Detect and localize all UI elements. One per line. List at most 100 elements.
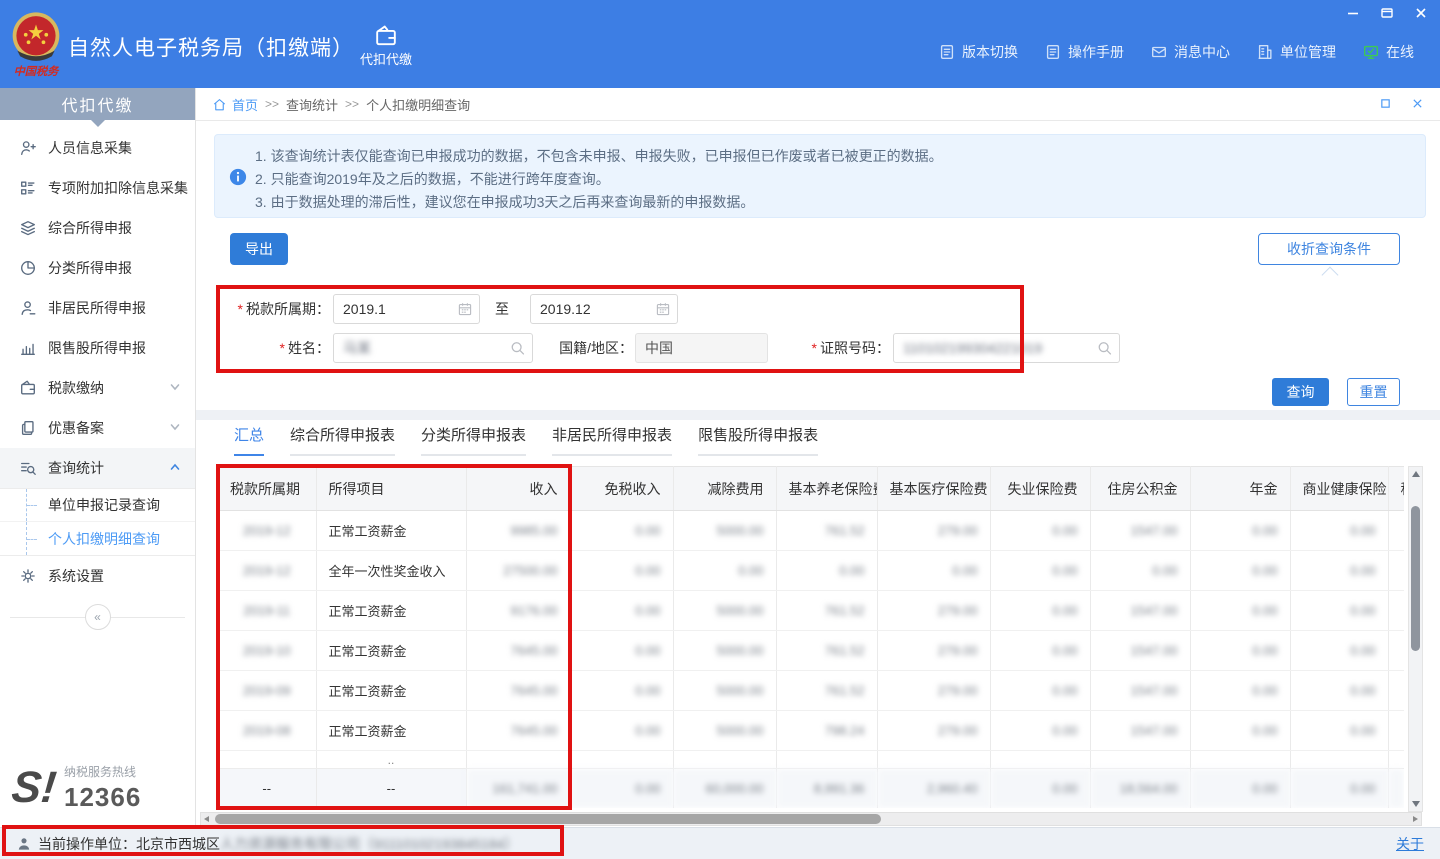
mail-icon — [1150, 43, 1168, 61]
table-cell: 1547.00 — [1090, 671, 1190, 711]
sidebar-item-restricted-stock[interactable]: 限售股所得申报 — [0, 328, 195, 368]
table-cell: 5000.00 — [673, 711, 776, 751]
panel-restore-icon[interactable] — [1380, 98, 1391, 109]
menu-online-status[interactable]: 在线 — [1362, 42, 1414, 62]
table-cell: 正常工资薪金 — [316, 511, 466, 551]
table-cell: 1547.00 — [1090, 591, 1190, 631]
sidebar-item-nonresident-income[interactable]: 非居民所得申报 — [0, 288, 195, 328]
breadcrumb: 首页 >> 查询统计 >> 个人扣缴明细查询 — [196, 88, 1440, 121]
vertical-scroll-thumb[interactable] — [1411, 506, 1420, 651]
sidebar-item-tax-payment[interactable]: 税款缴纳 — [0, 368, 195, 408]
sidebar-submenu: 单位申报记录查询个人扣缴明细查询 — [0, 488, 195, 556]
table-row: 2019-09正常工资薪金7645.000.005000.00761.52279… — [218, 671, 1404, 711]
name-input[interactable]: 马某 — [333, 333, 533, 363]
sidebar-collapse-button[interactable]: « — [85, 604, 111, 630]
table-cell: 0.00 — [1290, 671, 1388, 711]
chart-icon — [18, 338, 38, 358]
panel-close-icon[interactable] — [1412, 98, 1423, 109]
close-icon[interactable] — [1414, 6, 1428, 20]
current-unit-blurred: 人力资源服务有限公司（91110102193845184） — [220, 834, 518, 854]
scroll-up-arrow[interactable] — [1412, 471, 1420, 477]
search-icon[interactable] — [1096, 340, 1113, 357]
table-cell: 9176.00 — [466, 591, 570, 631]
calendar-icon[interactable] — [655, 301, 671, 317]
menu-message-center[interactable]: 消息中心 — [1150, 42, 1230, 62]
horizontal-scrollbar[interactable] — [200, 812, 1422, 826]
tab-3[interactable]: 非居民所得申报表 — [552, 424, 672, 456]
column-header: 所得项目 — [316, 467, 466, 511]
scroll-left-arrow[interactable] — [204, 816, 209, 822]
reset-button[interactable]: 重置 — [1347, 378, 1400, 406]
sidebar-item-query-statistics[interactable]: 查询统计 — [0, 448, 195, 488]
sidebar-subitem-unit-declare-record[interactable]: 单位申报记录查询 — [0, 489, 195, 522]
column-header: 年金 — [1190, 467, 1290, 511]
menu-unit-management[interactable]: 单位管理 — [1256, 42, 1336, 62]
table-cell: 0.00 — [570, 671, 673, 711]
table-cell: 0.00 — [877, 551, 990, 591]
table-cell: 0.00 — [570, 769, 673, 809]
id-number-input[interactable]: 110102199304221019 — [893, 333, 1120, 363]
query-button[interactable]: 查询 — [1272, 378, 1329, 406]
horizontal-scroll-thumb[interactable] — [215, 814, 881, 824]
period-label: *税款所属期： — [216, 294, 330, 324]
period-end-input[interactable]: 2019.12 — [530, 294, 678, 324]
table-cell: 0.00 — [1190, 769, 1290, 809]
building-icon — [1256, 43, 1274, 61]
tab-4[interactable]: 限售股所得申报表 — [698, 424, 818, 456]
table-cell: 279.00 — [877, 511, 990, 551]
sidebar-item-system-settings[interactable]: 系统设置 — [0, 556, 195, 596]
breadcrumb-home[interactable]: 首页 — [232, 95, 258, 114]
search-icon[interactable] — [509, 340, 526, 357]
minimize-icon[interactable] — [1346, 6, 1360, 20]
table-cell: 761.52 — [776, 591, 877, 631]
top-menu: 版本切换 操作手册 消息中心 单位管理 在线 — [938, 42, 1414, 62]
hotline-label: 纳税服务热线 — [64, 763, 141, 780]
table-cell: 0.00 — [570, 551, 673, 591]
table-cell: 0.00 — [990, 551, 1090, 591]
table-cell: 0.00 — [990, 671, 1090, 711]
table-cell — [1388, 511, 1404, 551]
table-cell — [1388, 671, 1404, 711]
tree-line — [26, 489, 40, 521]
menu-version-switch[interactable]: 版本切换 — [938, 42, 1018, 62]
table-cell: 2019-09 — [218, 671, 316, 711]
table-cell: 761.52 — [776, 511, 877, 551]
sidebar-item-comprehensive-income[interactable]: 综合所得申报 — [0, 208, 195, 248]
sidebar-item-personnel-info[interactable]: 人员信息采集 — [0, 128, 195, 168]
table-cell: 0.00 — [1190, 711, 1290, 751]
sidebar-item-preferential-filing[interactable]: 优惠备案 — [0, 408, 195, 448]
notice-box: 1. 该查询统计表仅能查询已申报成功的数据，不包含未申报、申报失败，已申报但已作… — [214, 134, 1426, 218]
table-cell: 0.00 — [1190, 671, 1290, 711]
restore-icon[interactable] — [1380, 6, 1394, 20]
summary-table: 税款所属期所得项目收入免税收入减除费用基本养老保险费基本医疗保险费失业保险费住房… — [218, 466, 1404, 808]
export-button[interactable]: 导出 — [230, 233, 288, 265]
vertical-scrollbar[interactable] — [1408, 466, 1423, 812]
menu-manual[interactable]: 操作手册 — [1044, 42, 1124, 62]
period-start-input[interactable]: 2019.1 — [333, 294, 480, 324]
table-cell — [877, 751, 990, 769]
pages-icon — [18, 418, 38, 438]
scroll-right-arrow[interactable] — [1413, 816, 1418, 822]
table-cell: 0.00 — [990, 511, 1090, 551]
table-cell: 0.00 — [1090, 551, 1190, 591]
collapse-query-button[interactable]: 收折查询条件 — [1258, 233, 1400, 265]
sidebar-item-classified-income[interactable]: 分类所得申报 — [0, 248, 195, 288]
sidebar-item-special-deduction[interactable]: 专项附加扣除信息采集 — [0, 168, 195, 208]
table-cell: 1547.00 — [1090, 711, 1190, 751]
app-title: 自然人电子税务局（扣缴端） — [68, 32, 354, 62]
table-cell: 0.00 — [1290, 551, 1388, 591]
about-link[interactable]: 关于 — [1396, 834, 1424, 854]
sidebar-subitem-personal-withholding-detail[interactable]: 个人扣缴明细查询 — [0, 522, 195, 555]
table-cell: 2019-08 — [218, 711, 316, 751]
tab-2[interactable]: 分类所得申报表 — [421, 424, 526, 456]
tab-0[interactable]: 汇总 — [234, 424, 264, 456]
app-header: 中国税务 自然人电子税务局（扣缴端） 代扣代缴 版本切换 操作手册 消息中心 单位管理… — [0, 0, 1440, 88]
table-row: 2019-08正常工资薪金7645.000.005000.00798.24279… — [218, 711, 1404, 751]
table-cell — [1388, 769, 1404, 809]
scroll-down-arrow[interactable] — [1412, 801, 1420, 807]
app-tab-withholding[interactable]: 代扣代缴 — [352, 14, 420, 80]
tab-1[interactable]: 综合所得申报表 — [290, 424, 395, 456]
calendar-icon[interactable] — [457, 301, 473, 317]
document-icon — [938, 43, 956, 61]
china-tax-logo: 中国税务 — [8, 8, 64, 84]
